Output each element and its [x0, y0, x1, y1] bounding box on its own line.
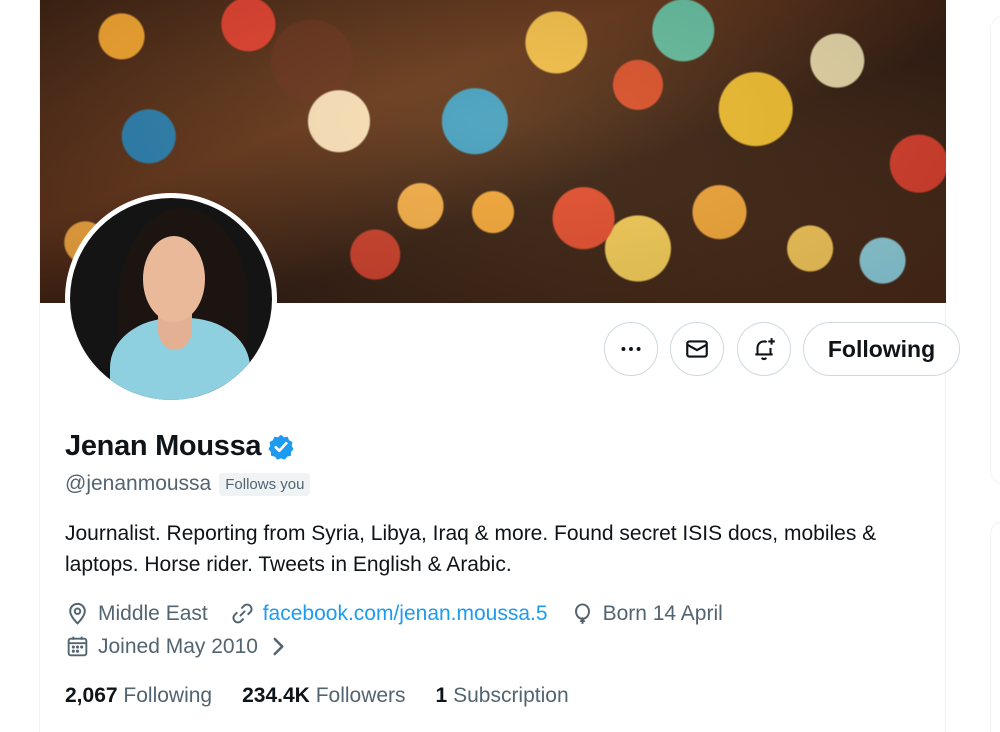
balloon-icon: [574, 603, 590, 624]
profile-meta-row: Middle East facebook.com/jenan.moussa.5 …: [65, 601, 745, 626]
joined-text: Joined May 2010: [98, 634, 258, 658]
website-item[interactable]: facebook.com/jenan.moussa.5: [230, 601, 548, 626]
following-label: Following: [123, 684, 213, 707]
sidebar-panel-edge: [990, 15, 1000, 485]
more-button[interactable]: [604, 322, 658, 376]
subscription-label: Subscription: [453, 684, 569, 707]
joined-row[interactable]: Joined May 2010: [65, 634, 321, 659]
location-item: Middle East: [65, 601, 208, 626]
notifications-button[interactable]: [737, 322, 791, 376]
location-pin-icon: [69, 602, 86, 625]
following-count: 2,067: [65, 684, 118, 707]
verified-badge-icon[interactable]: [267, 433, 295, 461]
sidebar-panel-edge: [990, 520, 1000, 732]
profile-bio: Journalist. Reporting from Syria, Libya,…: [65, 522, 877, 576]
following-stat[interactable]: 2,067 Following: [65, 684, 212, 708]
profile-stats: 2,067 Following 234.4K Followers 1 Subsc…: [65, 684, 599, 708]
more-horizontal-icon: [621, 347, 641, 351]
following-button[interactable]: Following: [803, 322, 960, 376]
subscription-count: 1: [435, 684, 448, 707]
calendar-icon: [67, 636, 88, 657]
birthday-text: Born 14 April: [602, 601, 723, 625]
joined-item[interactable]: Joined May 2010: [65, 634, 299, 659]
location-text: Middle East: [98, 601, 208, 625]
follows-you-badge: Follows you: [219, 472, 311, 496]
profile-name-row: Jenan Moussa: [65, 430, 295, 463]
message-button[interactable]: [670, 322, 724, 376]
followers-label: Followers: [315, 684, 406, 707]
profile-handle: @jenanmoussa: [65, 472, 212, 495]
website-link[interactable]: facebook.com/jenan.moussa.5: [263, 602, 548, 626]
avatar[interactable]: [65, 193, 277, 405]
chevron-right-icon: [273, 637, 284, 656]
birthday-item: Born 14 April: [570, 601, 723, 626]
bell-plus-icon: [755, 338, 775, 361]
followers-count: 234.4K: [242, 684, 310, 707]
followers-stat[interactable]: 234.4K Followers: [242, 684, 405, 708]
display-name: Jenan Moussa: [65, 430, 262, 462]
link-icon: [232, 603, 253, 624]
handle-row: @jenanmoussa Follows you: [65, 472, 311, 496]
subscription-stat[interactable]: 1 Subscription: [436, 684, 569, 708]
mail-icon: [686, 340, 708, 358]
